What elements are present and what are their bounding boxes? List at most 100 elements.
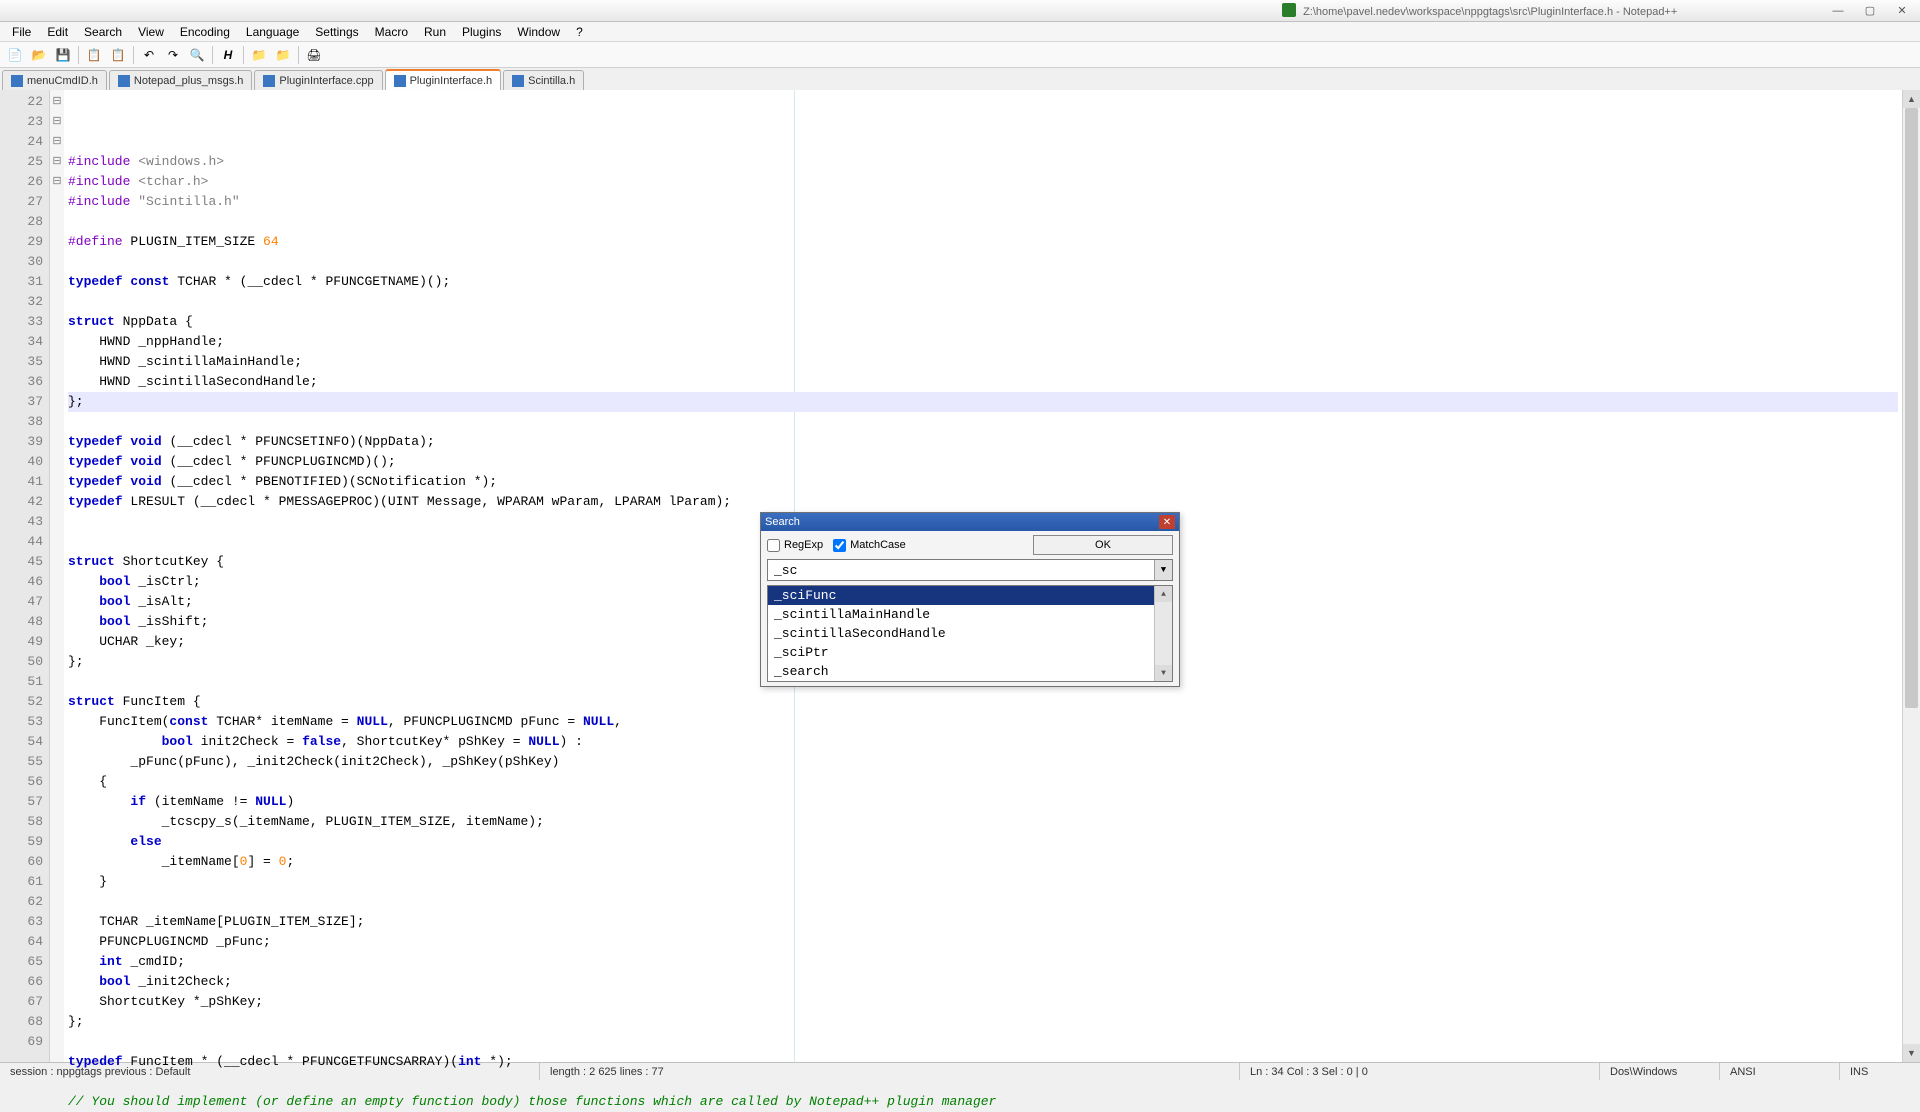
code-line[interactable]: PFUNCPLUGINCMD _pFunc; bbox=[68, 932, 1898, 952]
save-file-icon[interactable]: 💾 bbox=[52, 44, 74, 66]
code-line[interactable]: HWND _scintillaMainHandle; bbox=[68, 352, 1898, 372]
code-line[interactable]: if (itemName != NULL) bbox=[68, 792, 1898, 812]
fold-marker[interactable]: ⊟ bbox=[50, 92, 64, 112]
code-line[interactable]: TCHAR _itemName[PLUGIN_ITEM_SIZE]; bbox=[68, 912, 1898, 932]
open-file-icon[interactable]: 📂 bbox=[28, 44, 50, 66]
menu-[interactable]: ? bbox=[568, 23, 591, 41]
code-line[interactable]: typedef void (__cdecl * PBENOTIFIED)(SCN… bbox=[68, 472, 1898, 492]
tab-menucmdid-h[interactable]: menuCmdID.h bbox=[2, 70, 107, 90]
search-suggestion-item[interactable]: _sciPtr bbox=[768, 643, 1154, 662]
code-line[interactable]: struct NppData { bbox=[68, 312, 1898, 332]
code-line[interactable] bbox=[68, 292, 1898, 312]
regexp-checkbox-input[interactable] bbox=[767, 539, 780, 552]
scrollbar-thumb[interactable] bbox=[1905, 108, 1918, 708]
fold-marker[interactable]: ⊟ bbox=[50, 152, 64, 172]
code-line[interactable]: }; bbox=[68, 392, 1898, 412]
search-combobox[interactable]: ▼ bbox=[767, 559, 1173, 581]
code-line[interactable]: int _cmdID; bbox=[68, 952, 1898, 972]
code-line[interactable]: _tcscpy_s(_itemName, PLUGIN_ITEM_SIZE, i… bbox=[68, 812, 1898, 832]
menu-settings[interactable]: Settings bbox=[307, 23, 366, 41]
code-line[interactable]: typedef const TCHAR * (__cdecl * PFUNCGE… bbox=[68, 272, 1898, 292]
menu-run[interactable]: Run bbox=[416, 23, 454, 41]
code-line[interactable]: { bbox=[68, 772, 1898, 792]
print-icon[interactable]: 🖨 bbox=[303, 44, 325, 66]
search-dialog-titlebar[interactable]: Search ✕ bbox=[761, 513, 1179, 531]
code-line[interactable]: FuncItem(const TCHAR* itemName = NULL, P… bbox=[68, 712, 1898, 732]
close-button[interactable]: ✕ bbox=[1886, 1, 1918, 21]
menu-language[interactable]: Language bbox=[238, 23, 307, 41]
menu-edit[interactable]: Edit bbox=[39, 23, 76, 41]
code-line[interactable]: _itemName[0] = 0; bbox=[68, 852, 1898, 872]
code-line[interactable]: _pFunc(pFunc), _init2Check(init2Check), … bbox=[68, 752, 1898, 772]
code-line[interactable]: #include <tchar.h> bbox=[68, 172, 1898, 192]
search-suggestion-item[interactable]: _scintillaSecondHandle bbox=[768, 624, 1154, 643]
copy-icon[interactable]: 📋 bbox=[83, 44, 105, 66]
undo-icon[interactable]: ↶ bbox=[138, 44, 160, 66]
dropdown-arrow-icon[interactable]: ▼ bbox=[1154, 560, 1172, 580]
matchcase-checkbox-input[interactable] bbox=[833, 539, 846, 552]
menu-file[interactable]: File bbox=[4, 23, 39, 41]
regexp-checkbox[interactable]: RegExp bbox=[767, 539, 823, 552]
ok-button[interactable]: OK bbox=[1033, 535, 1173, 555]
code-line[interactable] bbox=[68, 1032, 1898, 1052]
search-suggestion-item[interactable]: _search bbox=[768, 662, 1154, 681]
matchcase-checkbox[interactable]: MatchCase bbox=[833, 539, 906, 552]
code-line[interactable]: #include <windows.h> bbox=[68, 152, 1898, 172]
menu-plugins[interactable]: Plugins bbox=[454, 23, 509, 41]
code-line[interactable]: bool init2Check = false, ShortcutKey* pS… bbox=[68, 732, 1898, 752]
new-file-icon[interactable]: 📄 bbox=[4, 44, 26, 66]
list-scrollbar[interactable]: ▲ ▼ bbox=[1154, 586, 1172, 681]
code-line[interactable]: typedef FuncItem * (__cdecl * PFUNCGETFU… bbox=[68, 1052, 1898, 1072]
search-icon[interactable]: 🔍 bbox=[186, 44, 208, 66]
code-line[interactable]: struct FuncItem { bbox=[68, 692, 1898, 712]
menu-search[interactable]: Search bbox=[76, 23, 130, 41]
tab-notepad-plus-msgs-h[interactable]: Notepad_plus_msgs.h bbox=[109, 70, 252, 90]
code-line[interactable] bbox=[68, 892, 1898, 912]
code-line[interactable]: } bbox=[68, 872, 1898, 892]
menu-view[interactable]: View bbox=[130, 23, 172, 41]
code-line[interactable]: // You should implement (or define an em… bbox=[68, 1092, 1898, 1112]
code-line[interactable]: ShortcutKey *_pShKey; bbox=[68, 992, 1898, 1012]
code-line[interactable]: typedef LRESULT (__cdecl * PMESSAGEPROC)… bbox=[68, 492, 1898, 512]
minimize-button[interactable]: — bbox=[1822, 1, 1854, 21]
search-suggestion-item[interactable]: _sciFunc bbox=[768, 586, 1154, 605]
tab-plugininterface-cpp[interactable]: PluginInterface.cpp bbox=[254, 70, 382, 90]
fold-marker[interactable]: ⊟ bbox=[50, 112, 64, 132]
code-line[interactable]: bool _init2Check; bbox=[68, 972, 1898, 992]
folder2-icon[interactable]: 📁 bbox=[272, 44, 294, 66]
fold-marker[interactable]: ⊟ bbox=[50, 172, 64, 192]
tab-plugininterface-h[interactable]: PluginInterface.h bbox=[385, 69, 502, 90]
tab-scintilla-h[interactable]: Scintilla.h bbox=[503, 70, 584, 90]
code-line[interactable] bbox=[68, 412, 1898, 432]
code-line[interactable]: }; bbox=[68, 1012, 1898, 1032]
search-input[interactable] bbox=[768, 560, 1154, 580]
code-line[interactable] bbox=[68, 252, 1898, 272]
scroll-up-icon[interactable]: ▲ bbox=[1903, 90, 1920, 108]
maximize-button[interactable]: ▢ bbox=[1854, 1, 1886, 21]
scroll-down-icon[interactable]: ▼ bbox=[1903, 1044, 1920, 1062]
code-line[interactable]: #define PLUGIN_ITEM_SIZE 64 bbox=[68, 232, 1898, 252]
code-line[interactable] bbox=[68, 1072, 1898, 1092]
code-line[interactable]: else bbox=[68, 832, 1898, 852]
redo-icon[interactable]: ↷ bbox=[162, 44, 184, 66]
search-suggestion-item[interactable]: _scintillaMainHandle bbox=[768, 605, 1154, 624]
menu-encoding[interactable]: Encoding bbox=[172, 23, 238, 41]
file-icon bbox=[118, 75, 130, 87]
zoom-icon[interactable]: H bbox=[217, 44, 239, 66]
list-scroll-up-icon[interactable]: ▲ bbox=[1155, 586, 1172, 602]
fold-marker[interactable]: ⊟ bbox=[50, 132, 64, 152]
code-line[interactable]: HWND _scintillaSecondHandle; bbox=[68, 372, 1898, 392]
code-line[interactable]: HWND _nppHandle; bbox=[68, 332, 1898, 352]
code-line[interactable]: typedef void (__cdecl * PFUNCPLUGINCMD)(… bbox=[68, 452, 1898, 472]
menu-window[interactable]: Window bbox=[509, 23, 568, 41]
code-line[interactable] bbox=[68, 212, 1898, 232]
menu-macro[interactable]: Macro bbox=[367, 23, 416, 41]
vertical-scrollbar[interactable]: ▲ ▼ bbox=[1902, 90, 1920, 1062]
fold-column[interactable]: ⊟⊟⊟⊟⊟ bbox=[50, 90, 64, 1062]
dialog-close-icon[interactable]: ✕ bbox=[1159, 515, 1175, 529]
paste-icon[interactable]: 📋 bbox=[107, 44, 129, 66]
code-line[interactable]: typedef void (__cdecl * PFUNCSETINFO)(Np… bbox=[68, 432, 1898, 452]
list-scroll-down-icon[interactable]: ▼ bbox=[1155, 665, 1172, 681]
code-line[interactable]: #include "Scintilla.h" bbox=[68, 192, 1898, 212]
folder-icon[interactable]: 📁 bbox=[248, 44, 270, 66]
